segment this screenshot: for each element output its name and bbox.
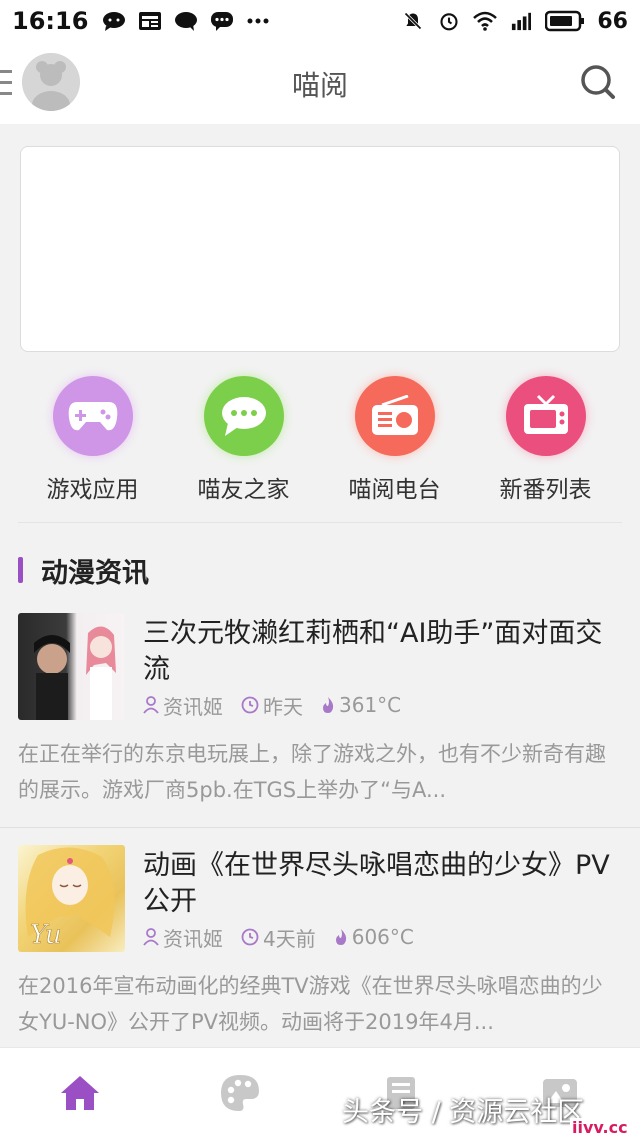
nav-home[interactable] bbox=[0, 1048, 160, 1137]
thumbnail-image bbox=[34, 626, 116, 720]
section-accent-bar bbox=[18, 557, 23, 583]
heat-value: 606°C bbox=[351, 925, 414, 949]
heat-value: 361°C bbox=[339, 693, 402, 717]
thumbnail-image: Yu bbox=[25, 847, 115, 950]
quick-label: 新番列表 bbox=[499, 477, 592, 503]
tv-icon bbox=[523, 394, 568, 434]
status-bar: 16:16 66 bbox=[0, 0, 640, 42]
banner-carousel[interactable] bbox=[20, 146, 620, 352]
clock-icon bbox=[241, 696, 259, 714]
chat-icon bbox=[221, 397, 266, 436]
quick-label: 喵阅电台 bbox=[348, 477, 441, 503]
quick-item-games[interactable]: 游戏应用 bbox=[17, 370, 168, 520]
article-title: 动画《在世界尽头咏唱恋曲的少女》PV公开 bbox=[143, 850, 610, 917]
quick-label: 喵友之家 bbox=[197, 477, 290, 503]
message-bubble-icon bbox=[103, 12, 126, 31]
author-name: 资讯姬 bbox=[163, 694, 223, 719]
radio-icon bbox=[371, 395, 418, 435]
status-time: 16:16 bbox=[12, 7, 89, 35]
more-icon bbox=[247, 18, 269, 24]
user-icon bbox=[143, 928, 159, 946]
flame-icon bbox=[335, 929, 346, 945]
article-item[interactable]: Yu 动画《在世界尽头咏唱恋曲的少女》PV公开 资讯姬 4天前 606°C 在2… bbox=[0, 828, 640, 1046]
chat-icon bbox=[175, 12, 198, 31]
meta-author: 资讯姬 bbox=[143, 691, 223, 720]
article-meta: 资讯姬 4天前 606°C bbox=[143, 922, 432, 952]
watermark-url: iivv.cc bbox=[570, 1118, 630, 1137]
article-summary: 在正在举行的东京电玩展上，除了游戏之外，也有不少新奇有趣的展示。游戏厂商5pb.… bbox=[18, 742, 606, 802]
app-bar: 喵阅 bbox=[0, 42, 640, 124]
meta-heat: 606°C bbox=[334, 925, 414, 949]
quick-item-new-anime[interactable]: 新番列表 bbox=[470, 370, 621, 520]
system-icons: 66 bbox=[401, 9, 628, 34]
user-icon bbox=[143, 696, 159, 714]
quick-nav: 游戏应用 喵友之家 喵阅电台 新番列表 bbox=[0, 370, 640, 520]
meta-author: 资讯姬 bbox=[143, 923, 223, 952]
flame-icon bbox=[323, 697, 334, 713]
news-icon bbox=[139, 12, 162, 30]
cellular-signal-icon bbox=[512, 12, 532, 31]
search-icon[interactable] bbox=[578, 62, 618, 102]
divider bbox=[18, 522, 622, 523]
wifi-icon bbox=[473, 11, 498, 31]
battery-level: 66 bbox=[597, 8, 628, 34]
article-meta: 资讯姬 昨天 361°C bbox=[143, 690, 419, 720]
post-time: 昨天 bbox=[263, 694, 303, 719]
quick-circle bbox=[52, 376, 133, 456]
quick-circle bbox=[203, 376, 284, 456]
quick-circle bbox=[354, 376, 435, 456]
meta-heat: 361°C bbox=[321, 693, 401, 717]
section-title: 动漫资讯 bbox=[41, 557, 149, 589]
quick-label: 游戏应用 bbox=[46, 477, 139, 503]
article-item[interactable]: 三次元牧濑红莉栖和“AI助手”面对面交流 资讯姬 昨天 361°C 在正在举行的… bbox=[0, 600, 640, 826]
app-title: 喵阅 bbox=[291, 69, 348, 102]
home-icon bbox=[61, 1076, 99, 1110]
svg-text:Yu: Yu bbox=[30, 920, 62, 950]
battery-icon bbox=[545, 10, 585, 32]
article-thumbnail bbox=[18, 613, 125, 720]
article-summary: 在2016年宣布动画化的经典TV游戏《在世界尽头咏唱恋曲的少女YU-NO》公开了… bbox=[18, 974, 603, 1034]
quick-circle bbox=[505, 376, 586, 456]
meta-time: 4天前 bbox=[241, 923, 316, 952]
comment-dots-icon bbox=[211, 12, 234, 31]
gamepad-icon bbox=[68, 402, 117, 431]
meta-time: 昨天 bbox=[241, 691, 303, 720]
alarm-icon bbox=[440, 13, 458, 31]
post-time: 4天前 bbox=[263, 926, 316, 951]
palette-icon bbox=[221, 1075, 259, 1111]
article-title: 三次元牧濑红莉栖和“AI助手”面对面交流 bbox=[143, 618, 603, 685]
section-header: 动漫资讯 bbox=[18, 550, 149, 590]
clock-icon bbox=[241, 928, 259, 946]
quick-item-community[interactable]: 喵友之家 bbox=[168, 370, 319, 520]
quick-item-radio[interactable]: 喵阅电台 bbox=[319, 370, 470, 520]
author-name: 资讯姬 bbox=[163, 926, 223, 951]
article-thumbnail: Yu bbox=[18, 845, 125, 952]
watermark-text: 头条号 / 资源云社区 bbox=[342, 1097, 585, 1128]
nav-discover[interactable] bbox=[160, 1048, 320, 1137]
notification-icons bbox=[102, 11, 270, 31]
mute-icon bbox=[404, 12, 423, 30]
